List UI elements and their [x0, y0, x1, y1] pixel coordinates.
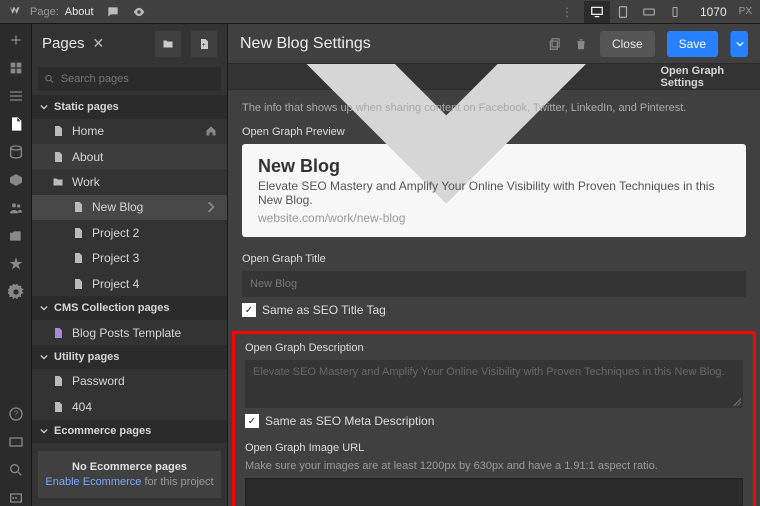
ecommerce-empty-title: No Ecommerce pages	[44, 461, 215, 473]
svg-text:?: ?	[13, 410, 18, 419]
page-icon	[52, 326, 64, 340]
new-page-button[interactable]	[191, 31, 217, 57]
comment-icon[interactable]	[106, 5, 120, 19]
navigator-icon[interactable]	[8, 88, 24, 104]
ecommerce-empty-state: No Ecommerce pages Enable Ecommerce for …	[38, 451, 221, 498]
trash-icon[interactable]	[574, 37, 588, 51]
viewport-tablet-button[interactable]	[610, 1, 636, 23]
help-icon[interactable]: ?	[8, 406, 24, 422]
ecommerce-pages-section[interactable]: Ecommerce pages	[32, 420, 227, 443]
same-as-seo-title-checkbox[interactable]: ✓Same as SEO Title Tag	[242, 303, 746, 317]
star-icon[interactable]	[8, 256, 24, 272]
checkbox-icon: ✓	[245, 414, 259, 428]
highlighted-region: Open Graph Description Elevate SEO Maste…	[232, 331, 756, 506]
og-image-url-label: Open Graph Image URL	[245, 442, 743, 454]
settings-title: New Blog Settings	[240, 35, 536, 53]
top-bar: Page: About ⋮ 1070 PX	[0, 0, 760, 24]
users-icon[interactable]	[8, 200, 24, 216]
utility-pages-section[interactable]: Utility pages	[32, 345, 227, 368]
viewport-width-unit: PX	[739, 6, 752, 17]
page-item-home[interactable]: Home	[32, 119, 227, 144]
left-rail: ?	[0, 24, 32, 506]
og-description-label: Open Graph Description	[245, 342, 743, 354]
settings-panel: New Blog Settings Close Save Open Graph …	[228, 24, 760, 506]
cms-pages-section[interactable]: CMS Collection pages	[32, 296, 227, 319]
og-image-url-hint: Make sure your images are at least 1200p…	[245, 460, 743, 472]
chevron-right-icon	[205, 201, 217, 213]
page-icon	[72, 200, 84, 214]
page-icon	[72, 226, 84, 240]
preview-eye-icon[interactable]	[132, 5, 146, 19]
webflow-logo-icon	[8, 4, 24, 20]
chevron-down-icon	[40, 103, 48, 111]
close-pages-panel-icon[interactable]: ✕	[93, 35, 105, 52]
page-icon	[72, 251, 84, 265]
pages-icon[interactable]	[8, 116, 24, 132]
copy-icon[interactable]	[548, 37, 562, 51]
pages-search[interactable]	[38, 67, 221, 91]
save-button[interactable]: Save	[667, 31, 718, 57]
new-folder-button[interactable]	[155, 31, 181, 57]
close-button[interactable]: Close	[600, 31, 655, 57]
chevron-down-icon	[40, 304, 48, 312]
add-element-icon[interactable]	[8, 32, 24, 48]
viewport-mobile-landscape-button[interactable]	[636, 1, 662, 23]
page-icon	[52, 374, 64, 388]
viewport-mobile-button[interactable]	[662, 1, 688, 23]
audit-icon[interactable]	[8, 490, 24, 506]
og-description-textarea[interactable]: Elevate SEO Mastery and Amplify Your Onl…	[245, 360, 743, 408]
page-item-password[interactable]: Password	[32, 369, 227, 394]
og-info-text: The info that shows up when sharing cont…	[242, 102, 746, 114]
chevron-down-icon	[40, 427, 48, 435]
page-icon	[52, 150, 64, 164]
page-item-about[interactable]: About	[32, 144, 227, 169]
checkbox-icon: ✓	[242, 303, 256, 317]
settings-gear-icon[interactable]	[8, 284, 24, 300]
same-as-seo-meta-checkbox[interactable]: ✓Same as SEO Meta Description	[245, 414, 743, 428]
page-item-work[interactable]: Work	[32, 169, 227, 194]
page-item-404[interactable]: 404	[32, 394, 227, 419]
search-nav-icon[interactable]	[8, 462, 24, 478]
viewport-desktop-button[interactable]	[584, 1, 610, 23]
page-item-blog-posts-template[interactable]: Blog Posts Template	[32, 320, 227, 345]
page-item-new-blog[interactable]: New Blog	[32, 195, 227, 220]
search-icon	[44, 73, 55, 85]
chevron-down-icon	[40, 353, 48, 361]
pages-panel: Pages ✕ Static pages Home About Work New…	[32, 24, 228, 506]
static-pages-section[interactable]: Static pages	[32, 95, 227, 118]
pages-panel-title: Pages	[42, 35, 85, 52]
current-page-name[interactable]: About	[65, 6, 94, 18]
page-item-project-4[interactable]: Project 4	[32, 271, 227, 296]
ecommerce-nav-icon[interactable]	[8, 172, 24, 188]
enable-ecommerce-link[interactable]: Enable Ecommerce	[45, 476, 141, 488]
page-item-project-3[interactable]: Project 3	[32, 246, 227, 271]
page-icon	[52, 124, 64, 138]
assets-icon[interactable]	[8, 228, 24, 244]
pages-search-input[interactable]	[61, 73, 215, 85]
page-label: Page:	[30, 6, 59, 18]
symbols-icon[interactable]	[8, 60, 24, 76]
og-image-url-input[interactable]	[245, 478, 743, 506]
save-dropdown-button[interactable]	[730, 31, 748, 57]
home-icon	[205, 125, 217, 137]
folder-icon	[52, 175, 64, 189]
more-menu-icon[interactable]: ⋮	[560, 0, 574, 24]
cms-icon[interactable]	[8, 144, 24, 160]
video-icon[interactable]	[8, 434, 24, 450]
page-icon	[52, 400, 64, 414]
viewport-width-value[interactable]: 1070	[700, 5, 727, 19]
open-graph-section-header[interactable]: Open Graph Settings	[228, 64, 760, 90]
page-item-project-2[interactable]: Project 2	[32, 220, 227, 245]
page-icon	[72, 277, 84, 291]
